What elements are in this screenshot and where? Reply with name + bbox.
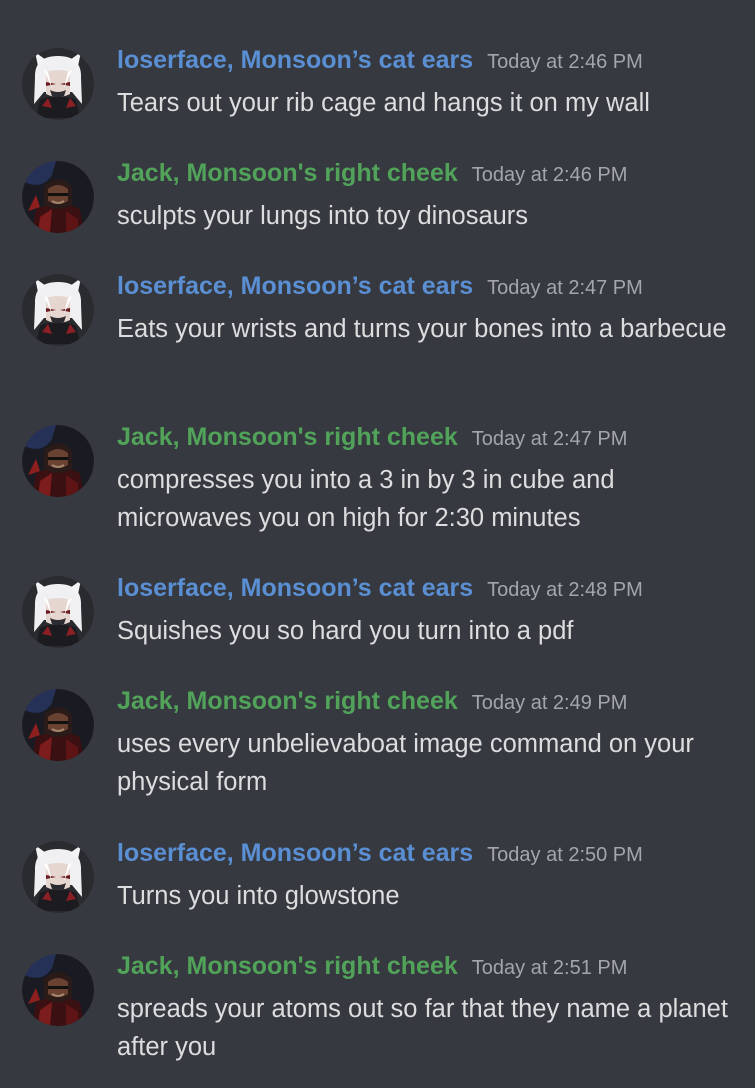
user-avatar[interactable] (22, 48, 94, 120)
user-avatar[interactable] (22, 274, 94, 346)
user-avatar[interactable] (22, 954, 94, 1026)
message-text: Turns you into glowstone (117, 882, 400, 910)
message-text: compresses you into a 3 in by 3 in cube … (117, 466, 615, 532)
dark-hooded-figure-avatar-icon (22, 161, 94, 233)
timestamp: Today at 2:47 PM (471, 428, 628, 450)
message-header: loserface, Monsoon’s cat ears Today at 2:… (117, 44, 643, 80)
username[interactable]: loserface, Monsoon’s cat ears (117, 574, 473, 602)
message-header: loserface, Monsoon’s cat ears Today at 2:… (117, 270, 643, 306)
dark-hooded-figure-avatar-icon (22, 689, 94, 761)
username[interactable]: Jack, Monsoon's right cheek (117, 687, 458, 715)
message-text: uses every unbelievaboat image command o… (117, 730, 694, 796)
user-avatar[interactable] (22, 425, 94, 497)
timestamp: Today at 2:50 PM (487, 844, 643, 866)
dark-hooded-figure-avatar-icon (22, 954, 94, 1026)
timestamp: Today at 2:49 PM (471, 692, 628, 714)
timestamp: Today at 2:46 PM (471, 164, 628, 186)
timestamp: Today at 2:51 PM (471, 957, 628, 979)
timestamp: Today at 2:46 PM (487, 51, 643, 73)
timestamp: Today at 2:48 PM (487, 579, 643, 601)
username[interactable]: loserface, Monsoon’s cat ears (117, 46, 473, 74)
white-hair-anime-avatar-icon (22, 841, 94, 913)
user-avatar[interactable] (22, 841, 94, 913)
white-hair-anime-avatar-icon (22, 576, 94, 648)
dark-hooded-figure-avatar-icon (22, 425, 94, 497)
message-header: Jack, Monsoon's right cheek Today at 2:47… (117, 421, 627, 457)
username[interactable]: Jack, Monsoon's right cheek (117, 423, 458, 451)
timestamp: Today at 2:47 PM (487, 277, 643, 299)
message-text: Squishes you so hard you turn into a pdf (117, 617, 574, 645)
user-avatar[interactable] (22, 689, 94, 761)
message-text: Tears out your rib cage and hangs it on … (117, 89, 650, 117)
message-text: sculpts your lungs into toy dinosaurs (117, 202, 529, 230)
message-header: Jack, Monsoon's right cheek Today at 2:49… (117, 685, 627, 721)
message-text: spreads your atoms out so far that they … (117, 995, 728, 1061)
username[interactable]: Jack, Monsoon's right cheek (117, 952, 458, 980)
username[interactable]: Jack, Monsoon's right cheek (117, 159, 458, 187)
message-text: Eats your wrists and turns your bones in… (117, 315, 727, 343)
username[interactable]: loserface, Monsoon’s cat ears (117, 839, 473, 867)
username[interactable]: loserface, Monsoon’s cat ears (117, 272, 473, 300)
user-avatar[interactable] (22, 161, 94, 233)
white-hair-anime-avatar-icon (22, 274, 94, 346)
message-header: Jack, Monsoon's right cheek Today at 2:46… (117, 157, 627, 193)
white-hair-anime-avatar-icon (22, 48, 94, 120)
user-avatar[interactable] (22, 576, 94, 648)
message-header: loserface, Monsoon’s cat ears Today at 2:… (117, 572, 643, 608)
message-header: Jack, Monsoon's right cheek Today at 2:51… (117, 950, 627, 986)
message-header: loserface, Monsoon’s cat ears Today at 2:… (117, 837, 643, 873)
